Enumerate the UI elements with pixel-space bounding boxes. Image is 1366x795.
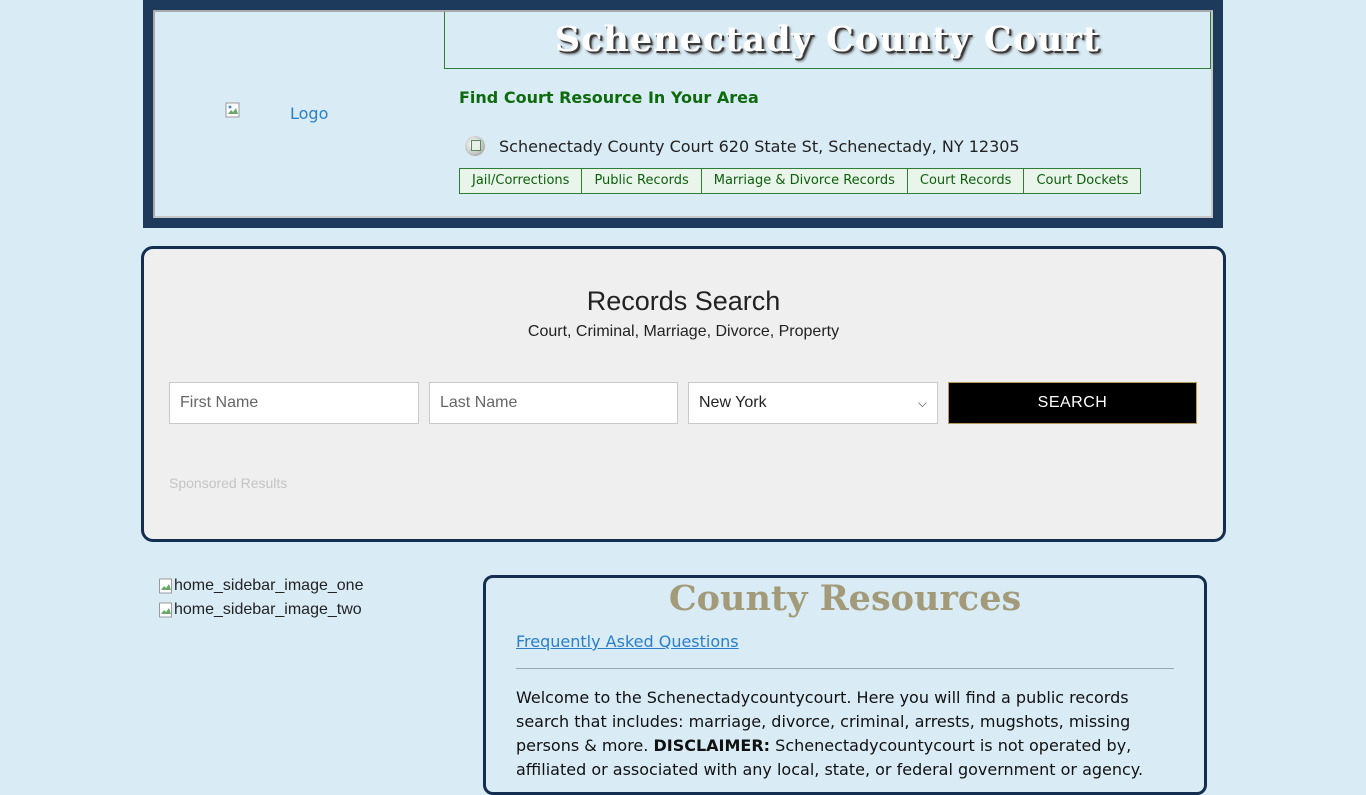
sidebar-image-two-alt: home_sidebar_image_two — [174, 601, 362, 618]
broken-image-icon — [159, 602, 172, 618]
main-nav: Jail/Corrections Public Records Marriage… — [459, 168, 1142, 194]
search-button[interactable]: SEARCH — [948, 382, 1197, 424]
broken-image-icon — [225, 102, 240, 118]
nav-public-records[interactable]: Public Records — [582, 169, 702, 193]
sidebar-image-one: home_sidebar_image_one — [159, 577, 363, 595]
location-image-icon — [465, 136, 485, 156]
county-resources-title: County Resources — [668, 578, 1022, 619]
site-title: Schenectady County Court — [554, 19, 1101, 60]
county-resources-panel: County Resources Frequently Asked Questi… — [483, 575, 1207, 795]
logo-alt-text: Logo — [290, 104, 329, 123]
broken-image-icon — [159, 578, 172, 594]
last-name-input[interactable] — [429, 382, 678, 424]
sidebar-image-one-alt: home_sidebar_image_one — [174, 577, 364, 594]
nav-marriage-divorce-records[interactable]: Marriage & Divorce Records — [702, 169, 908, 193]
tagline: Find Court Resource In Your Area — [459, 88, 759, 107]
disclaimer-label: DISCLAIMER: — [653, 736, 771, 755]
nav-court-records[interactable]: Court Records — [908, 169, 1025, 193]
divider — [516, 668, 1174, 669]
court-address: Schenectady County Court 620 State St, S… — [499, 136, 1020, 156]
sponsored-results-label: Sponsored Results — [169, 475, 288, 491]
faq-link[interactable]: Frequently Asked Questions — [516, 632, 739, 651]
search-subtitle: Court, Criminal, Marriage, Divorce, Prop… — [527, 323, 840, 340]
records-search-panel: Records Search Court, Criminal, Marriage… — [141, 246, 1226, 542]
nav-jail-corrections[interactable]: Jail/Corrections — [460, 169, 583, 193]
nav-court-dockets[interactable]: Court Dockets — [1024, 169, 1140, 193]
state-selected-value: New York — [699, 394, 767, 411]
site-logo[interactable]: Logo — [225, 102, 355, 126]
header-inner-panel: Logo Schenectady County Court Find Court… — [153, 10, 1213, 218]
chevron-down-icon: ⌵ — [917, 395, 927, 410]
title-box: Schenectady County Court — [444, 12, 1211, 69]
site-header: Logo Schenectady County Court Find Court… — [143, 0, 1223, 228]
first-name-input[interactable] — [169, 382, 419, 424]
state-select[interactable]: New York ⌵ — [688, 382, 938, 424]
address-row: Schenectady County Court 620 State St, S… — [465, 136, 1020, 156]
search-title: Records Search — [586, 286, 781, 316]
sidebar-image-two: home_sidebar_image_two — [159, 601, 362, 619]
